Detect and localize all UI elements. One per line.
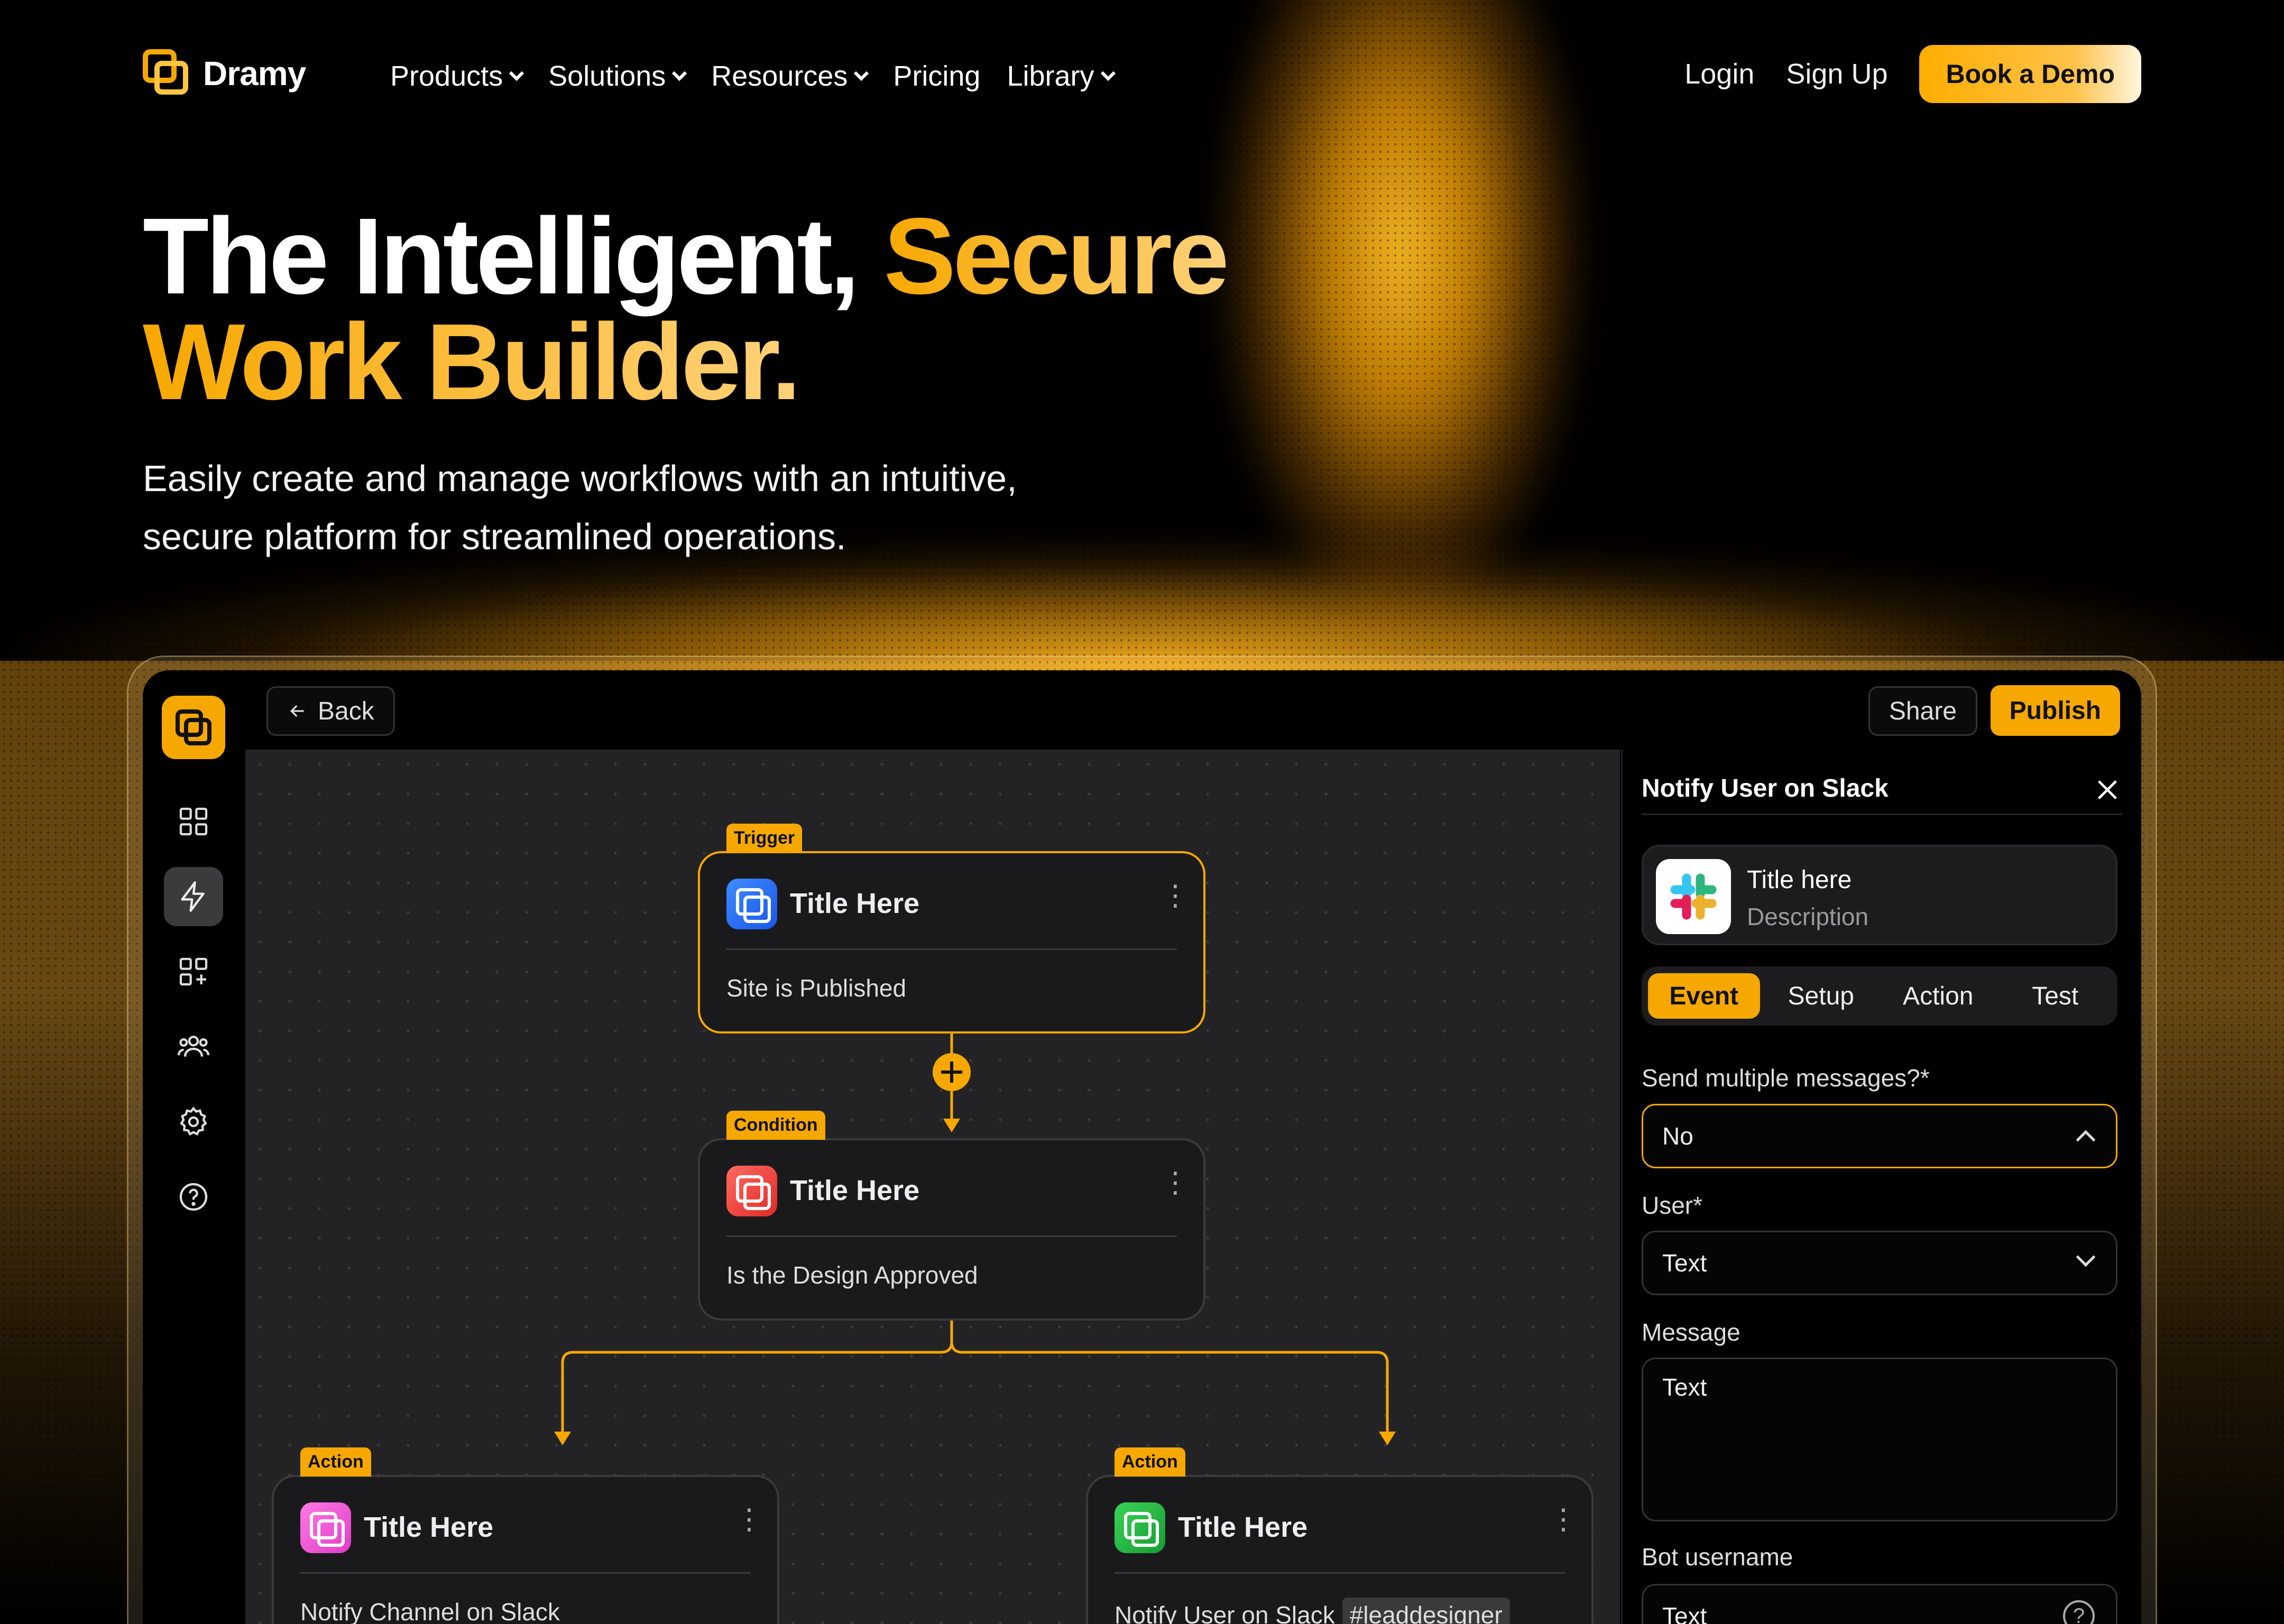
app-icon xyxy=(1115,1502,1165,1553)
hero-subtitle: Easily create and manage workflows with … xyxy=(143,449,1200,566)
tab-action[interactable]: Action xyxy=(1882,973,1994,1019)
condition-node[interactable]: Condition Title Here ⋮ Is the Design App… xyxy=(698,1111,1205,1321)
user-value: Text xyxy=(1662,1249,1707,1277)
node-description: Notify Channel on Slack xyxy=(300,1598,560,1624)
node-title: Title Here xyxy=(364,1511,494,1543)
more-vertical-icon[interactable]: ⋮ xyxy=(735,1505,763,1534)
chevron-down-icon xyxy=(854,66,869,81)
signup-link[interactable]: Sign Up xyxy=(1786,58,1887,90)
hero-title-highlight2: Work Builder. xyxy=(143,301,802,422)
publish-button[interactable]: Publish xyxy=(1990,685,2120,736)
action-node-user[interactable]: Action Title Here ⋮ Notify User on Slack… xyxy=(1086,1447,1594,1624)
integration-title: Title here xyxy=(1747,866,1852,894)
workflow-app: Back Share Publish Trigger Title Here ⋮ … xyxy=(143,670,2141,1624)
nav-actions: Login Sign Up Book a Demo xyxy=(1684,45,2141,103)
help-icon[interactable] xyxy=(164,1167,223,1226)
brand-logo[interactable]: Dramy xyxy=(143,49,306,98)
app-logo-icon[interactable] xyxy=(162,696,225,759)
hero-title-part1: The Intelligent, xyxy=(143,196,884,317)
user-label: User* xyxy=(1642,1192,1703,1219)
login-link[interactable]: Login xyxy=(1684,58,1754,90)
trigger-node[interactable]: Trigger Title Here ⋮ Site is Published xyxy=(698,824,1205,1034)
bot-username-label: Bot username xyxy=(1642,1543,1793,1571)
add-step-button[interactable] xyxy=(933,1053,971,1091)
close-icon[interactable] xyxy=(2093,775,2122,805)
message-value: Text xyxy=(1662,1373,1707,1401)
book-demo-button[interactable]: Book a Demo xyxy=(1919,45,2141,103)
menu-products[interactable]: Products xyxy=(390,60,524,93)
logo-mark-icon xyxy=(143,49,191,98)
menu-solutions[interactable]: Solutions xyxy=(548,60,687,93)
node-tag: Condition xyxy=(726,1111,825,1140)
message-textarea[interactable]: Text xyxy=(1642,1358,2117,1521)
chevron-down-icon xyxy=(672,66,687,81)
node-tag: Action xyxy=(1115,1447,1185,1477)
user-select[interactable]: Text xyxy=(1642,1231,2117,1295)
back-button[interactable]: Back xyxy=(266,686,395,736)
integration-card[interactable]: Title here Description xyxy=(1642,845,2117,945)
chevron-up-icon xyxy=(2076,1130,2096,1150)
app-icon xyxy=(726,879,777,929)
more-vertical-icon[interactable]: ⋮ xyxy=(1161,881,1190,910)
chevron-down-icon xyxy=(1100,66,1116,81)
app-icon xyxy=(726,1166,777,1216)
slack-icon xyxy=(1656,859,1731,934)
lightning-icon[interactable] xyxy=(164,867,223,926)
users-icon[interactable] xyxy=(164,1017,223,1076)
message-label: Message xyxy=(1642,1318,1740,1346)
app-topbar: Back Share Publish xyxy=(245,670,2141,750)
back-label: Back xyxy=(318,697,374,725)
multiple-messages-value: No xyxy=(1662,1122,1693,1150)
gear-icon[interactable] xyxy=(164,1092,223,1151)
chevron-down-icon xyxy=(2076,1247,2096,1267)
side-rail xyxy=(143,670,245,1624)
help-icon[interactable]: ? xyxy=(2063,1600,2095,1624)
share-button[interactable]: Share xyxy=(1868,686,1977,736)
workflow-canvas[interactable]: Trigger Title Here ⋮ Site is Published C… xyxy=(245,750,1620,1624)
node-tag: Action xyxy=(300,1447,371,1477)
brand-name: Dramy xyxy=(203,54,306,93)
tab-event[interactable]: Event xyxy=(1648,973,1760,1019)
multiple-messages-select[interactable]: No xyxy=(1642,1104,2117,1168)
top-nav: Dramy Products Solutions Resources Prici… xyxy=(143,45,2141,108)
chevron-down-icon xyxy=(509,66,524,81)
grid-icon[interactable] xyxy=(164,792,223,851)
channel-chip: #leaddesigner xyxy=(1342,1598,1510,1624)
menu-library[interactable]: Library xyxy=(1007,60,1116,93)
multiple-messages-label: Send multiple messages?* xyxy=(1642,1064,1930,1092)
hero-title: The Intelligent, Secure Work Builder. xyxy=(143,202,1359,416)
menu-pricing[interactable]: Pricing xyxy=(893,60,980,93)
node-title: Title Here xyxy=(1178,1511,1308,1543)
bot-username-input[interactable]: Text ? xyxy=(1642,1584,2117,1624)
action-node-channel[interactable]: Action Title Here ⋮ Notify Channel on Sl… xyxy=(272,1447,779,1624)
bot-username-value: Text xyxy=(1662,1602,1707,1624)
hero-subtitle-line2: secure platform for streamlined operatio… xyxy=(143,516,846,557)
node-settings-panel: Notify User on Slack Title here Descript… xyxy=(1621,750,2141,1624)
node-title: Title Here xyxy=(790,888,920,919)
node-description: Is the Design Approved xyxy=(726,1261,978,1289)
node-description: Site is Published xyxy=(726,974,907,1002)
more-vertical-icon[interactable]: ⋮ xyxy=(1161,1168,1190,1197)
more-vertical-icon[interactable]: ⋮ xyxy=(1549,1505,1578,1534)
hero-subtitle-line1: Easily create and manage workflows with … xyxy=(143,458,1017,499)
hero-title-highlight1: Secure xyxy=(883,196,1229,317)
main-menu: Products Solutions Resources Pricing Lib… xyxy=(390,60,1116,93)
tab-test[interactable]: Test xyxy=(2000,973,2112,1019)
menu-resources[interactable]: Resources xyxy=(711,60,869,93)
node-title: Title Here xyxy=(790,1175,920,1206)
node-tag: Trigger xyxy=(726,824,803,853)
node-description: Notify User on Slack #leaddesigner xyxy=(1115,1598,1510,1624)
app-icon xyxy=(300,1502,351,1553)
panel-header: Notify User on Slack xyxy=(1642,768,2122,815)
tab-setup[interactable]: Setup xyxy=(1765,973,1877,1019)
integration-description: Description xyxy=(1747,903,1869,930)
panel-tabs: Event Setup Action Test xyxy=(1642,966,2117,1026)
add-apps-icon[interactable] xyxy=(164,942,223,1001)
arrow-left-icon xyxy=(290,705,304,717)
panel-title: Notify User on Slack xyxy=(1642,774,1889,802)
